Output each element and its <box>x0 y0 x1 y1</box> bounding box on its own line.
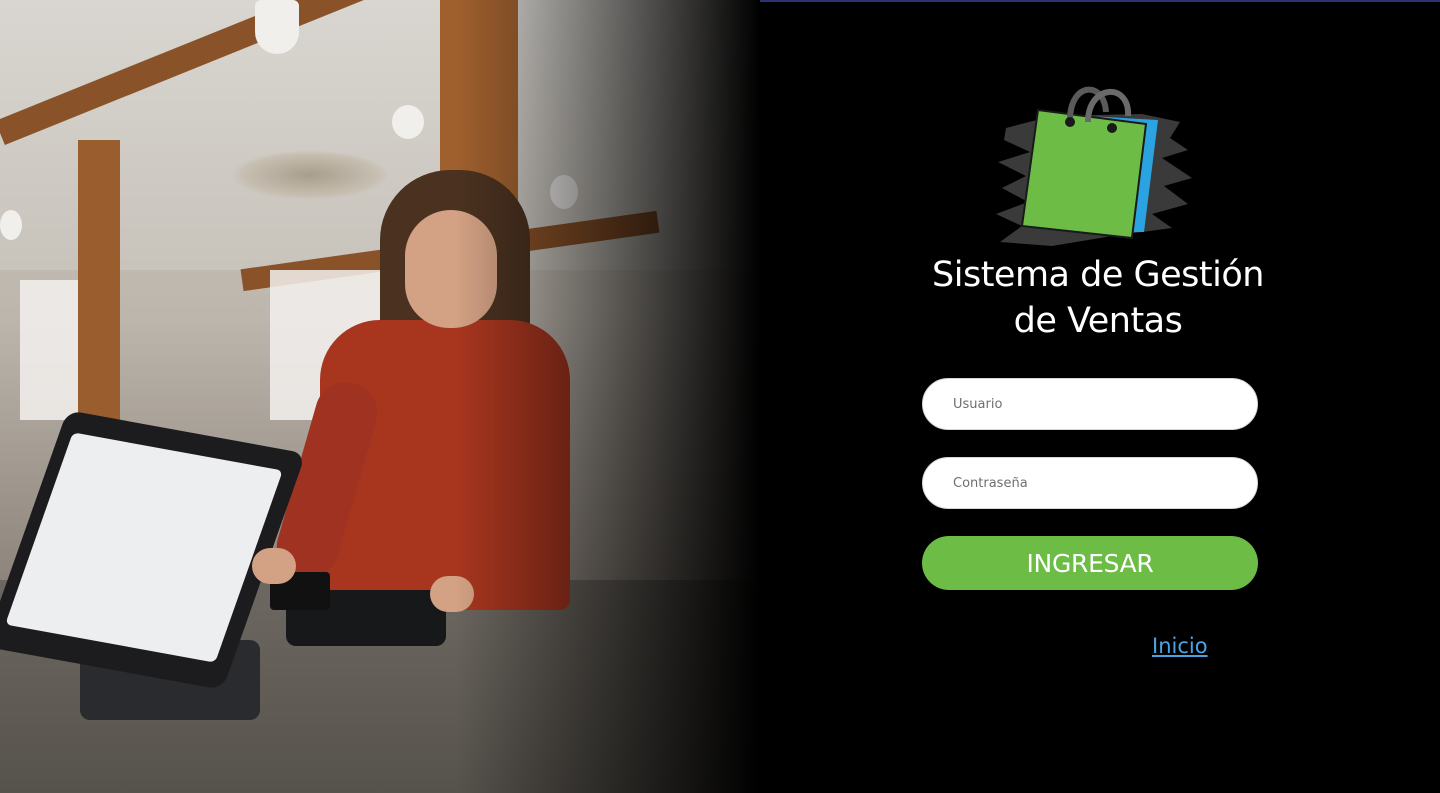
login-button[interactable]: INGRESAR <box>922 536 1258 590</box>
photo-fade-overlay <box>0 0 760 793</box>
bag-front-shape <box>1020 108 1148 240</box>
shopping-bag-icon <box>996 86 1192 246</box>
login-page: Sistema de Gestión de Ventas INGRESAR In… <box>0 0 1440 793</box>
app-title: Sistema de Gestión de Ventas <box>920 252 1276 344</box>
app-title-line1: Sistema de Gestión <box>932 255 1264 295</box>
home-link[interactable]: Inicio <box>1152 634 1208 658</box>
bag-handle-rivet <box>1065 117 1075 127</box>
username-input[interactable] <box>922 378 1258 430</box>
app-title-line2: de Ventas <box>1013 301 1183 341</box>
hero-photo <box>0 0 760 793</box>
bag-handle-rivet <box>1107 123 1117 133</box>
password-input[interactable] <box>922 457 1258 509</box>
